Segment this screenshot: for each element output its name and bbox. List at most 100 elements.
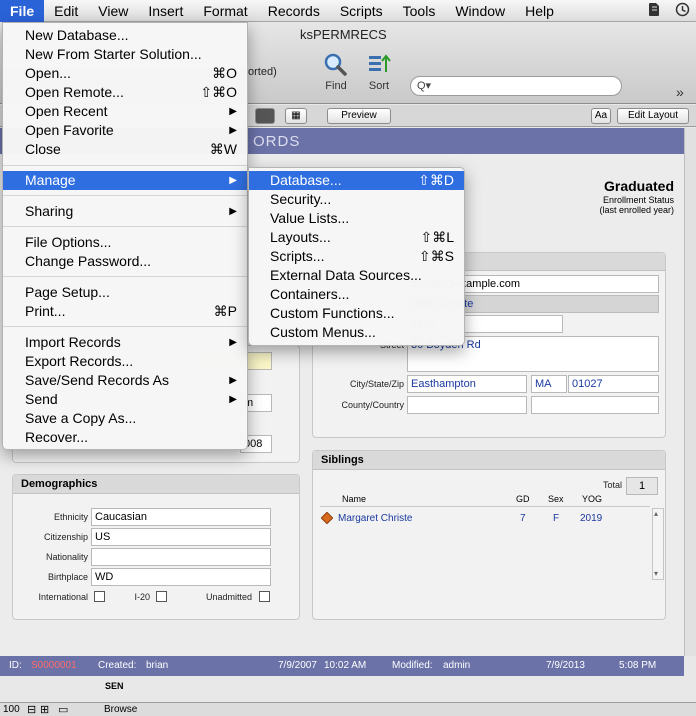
modified-date: 7/9/2013 <box>546 660 585 671</box>
menu-item-new-database[interactable]: New Database... <box>3 26 247 45</box>
menu-item-close[interactable]: Close ⌘W <box>3 140 247 159</box>
menu-item-open-favorite[interactable]: Open Favorite ▶ <box>3 121 247 140</box>
menu-item-containers[interactable]: Containers... <box>249 285 464 304</box>
search-input[interactable]: Q▾ <box>410 76 622 96</box>
file-menu: New Database... New From Starter Solutio… <box>2 22 248 450</box>
sibling-gd: 7 <box>520 513 526 524</box>
menu-item-layouts[interactable]: Layouts... ⇧⌘L <box>249 228 464 247</box>
enrollment-status-label: Enrollment Status <box>602 195 674 205</box>
ethnicity-field[interactable]: Caucasian <box>91 508 271 526</box>
menu-edit[interactable]: Edit <box>44 0 88 22</box>
menu-item-send[interactable]: Send ▶ <box>3 390 247 409</box>
city-field[interactable]: Easthampton <box>407 375 527 393</box>
shortcut-open: ⌘O <box>212 65 237 81</box>
i20-label: I-20 <box>134 592 150 602</box>
state-field[interactable]: MA <box>531 375 567 393</box>
siblings-scrollbar[interactable]: ▴ ▾ <box>652 508 664 580</box>
table-row[interactable]: Margaret Christe 7 F 2019 <box>320 511 650 527</box>
scroll-up-icon[interactable]: ▴ <box>654 509 658 518</box>
menu-item-print[interactable]: Print... ⌘P <box>3 302 247 321</box>
menu-item-scripts[interactable]: Scripts... ⇧⌘S <box>249 247 464 266</box>
created-by: brian <box>146 660 169 671</box>
menu-view[interactable]: View <box>88 0 138 22</box>
birthplace-field[interactable]: WD <box>91 568 271 586</box>
international-checkbox[interactable] <box>94 591 105 602</box>
shortcut-scripts: ⇧⌘S <box>418 248 454 264</box>
submenu-arrow-icon: ▶ <box>229 125 237 136</box>
col-gd-header: GD <box>516 494 530 504</box>
id-label: ID: <box>9 660 22 671</box>
menu-item-file-options[interactable]: File Options... <box>3 233 247 252</box>
enrollment-status-sublabel: (last enrolled year) <box>599 205 674 215</box>
menu-item-sharing[interactable]: Sharing ▶ <box>3 202 247 221</box>
menu-item-import-records[interactable]: Import Records ▶ <box>3 333 247 352</box>
layout-title: ORDS <box>253 133 301 150</box>
country-field[interactable] <box>531 396 659 414</box>
menu-item-custom-functions[interactable]: Custom Functions... <box>249 304 464 323</box>
menu-item-open[interactable]: Open... ⌘O <box>3 64 247 83</box>
siblings-total-value: 1 <box>626 477 658 495</box>
unadmitted-label: Unadmitted <box>205 592 252 602</box>
menu-item-external-data-sources[interactable]: External Data Sources... <box>249 266 464 285</box>
goto-record-icon[interactable] <box>320 511 334 527</box>
find-button[interactable]: Find <box>318 50 354 92</box>
menu-item-value-lists[interactable]: Value Lists... <box>249 209 464 228</box>
vertical-scrollbar[interactable] <box>684 128 696 656</box>
toolbar-partial-label: orted) <box>248 66 277 78</box>
menu-item-export-records[interactable]: Export Records... <box>3 352 247 371</box>
menu-item-recover[interactable]: Recover... <box>3 428 247 447</box>
menu-window[interactable]: Window <box>445 0 515 22</box>
table-icon: ▦ <box>291 110 301 121</box>
zip-field[interactable]: 01027 <box>568 375 659 393</box>
menu-item-save-copy[interactable]: Save a Copy As... <box>3 409 247 428</box>
scroll-down-icon[interactable]: ▾ <box>654 569 658 578</box>
manage-submenu: Database... ⇧⌘D Security... Value Lists..… <box>248 167 465 346</box>
preview-button[interactable]: Preview <box>327 108 391 124</box>
siblings-panel: Siblings <box>312 450 666 620</box>
county-field[interactable] <box>407 396 527 414</box>
view-as-form-button[interactable] <box>255 108 275 124</box>
siblings-total-label: Total <box>602 480 622 490</box>
menu-item-new-from-starter[interactable]: New From Starter Solution... <box>3 45 247 64</box>
sort-button[interactable]: Sort <box>362 50 396 92</box>
zoom-level: 100 <box>3 704 20 715</box>
zoom-in-icon[interactable]: ⊞ <box>40 703 49 716</box>
demographics-header: Demographics <box>13 475 299 494</box>
edit-layout-button[interactable]: Edit Layout <box>617 108 689 124</box>
time-machine-icon[interactable] <box>675 2 690 20</box>
menu-scripts[interactable]: Scripts <box>330 0 393 22</box>
toolbar-overflow-icon[interactable]: » <box>676 84 684 100</box>
toggle-status-icon[interactable]: ▭ <box>58 703 68 716</box>
menu-file[interactable]: File <box>0 0 45 22</box>
status-bar: 100 ⊟ ⊞ ▭ Browse <box>0 702 696 716</box>
menu-item-security[interactable]: Security... <box>249 190 464 209</box>
citizenship-label: Citizenship <box>43 532 88 542</box>
menu-item-open-remote[interactable]: Open Remote... ⇧⌘O <box>3 83 247 102</box>
search-placeholder: Q▾ <box>417 80 432 92</box>
menu-item-page-setup[interactable]: Page Setup... <box>3 283 247 302</box>
modified-by: admin <box>443 660 471 671</box>
menu-separator <box>3 165 247 166</box>
nationality-field[interactable] <box>91 548 271 566</box>
zoom-out-icon[interactable]: ⊟ <box>27 703 36 716</box>
menu-item-manage-database[interactable]: Database... ⇧⌘D <box>249 171 464 190</box>
format-bar-button[interactable]: Aa <box>591 108 611 124</box>
unadmitted-checkbox[interactable] <box>259 591 270 602</box>
menu-insert[interactable]: Insert <box>138 0 193 22</box>
menu-tools[interactable]: Tools <box>393 0 446 22</box>
menu-records[interactable]: Records <box>258 0 330 22</box>
menu-item-change-password[interactable]: Change Password... <box>3 252 247 271</box>
menu-item-save-send-records[interactable]: Save/Send Records As ▶ <box>3 371 247 390</box>
created-label: Created: <box>98 660 137 671</box>
menu-help[interactable]: Help <box>515 0 564 22</box>
i20-checkbox[interactable] <box>156 591 167 602</box>
menu-format[interactable]: Format <box>193 0 257 22</box>
menu-item-custom-menus[interactable]: Custom Menus... <box>249 323 464 342</box>
evernote-icon[interactable] <box>647 2 661 20</box>
citizenship-field[interactable]: US <box>91 528 271 546</box>
view-as-table-button[interactable]: ▦ <box>285 108 307 124</box>
mode-indicator[interactable]: Browse <box>104 704 137 715</box>
menu-item-manage[interactable]: Manage ▶ <box>3 171 247 190</box>
modified-time: 5:08 PM <box>619 660 657 671</box>
menu-item-open-recent[interactable]: Open Recent ▶ <box>3 102 247 121</box>
